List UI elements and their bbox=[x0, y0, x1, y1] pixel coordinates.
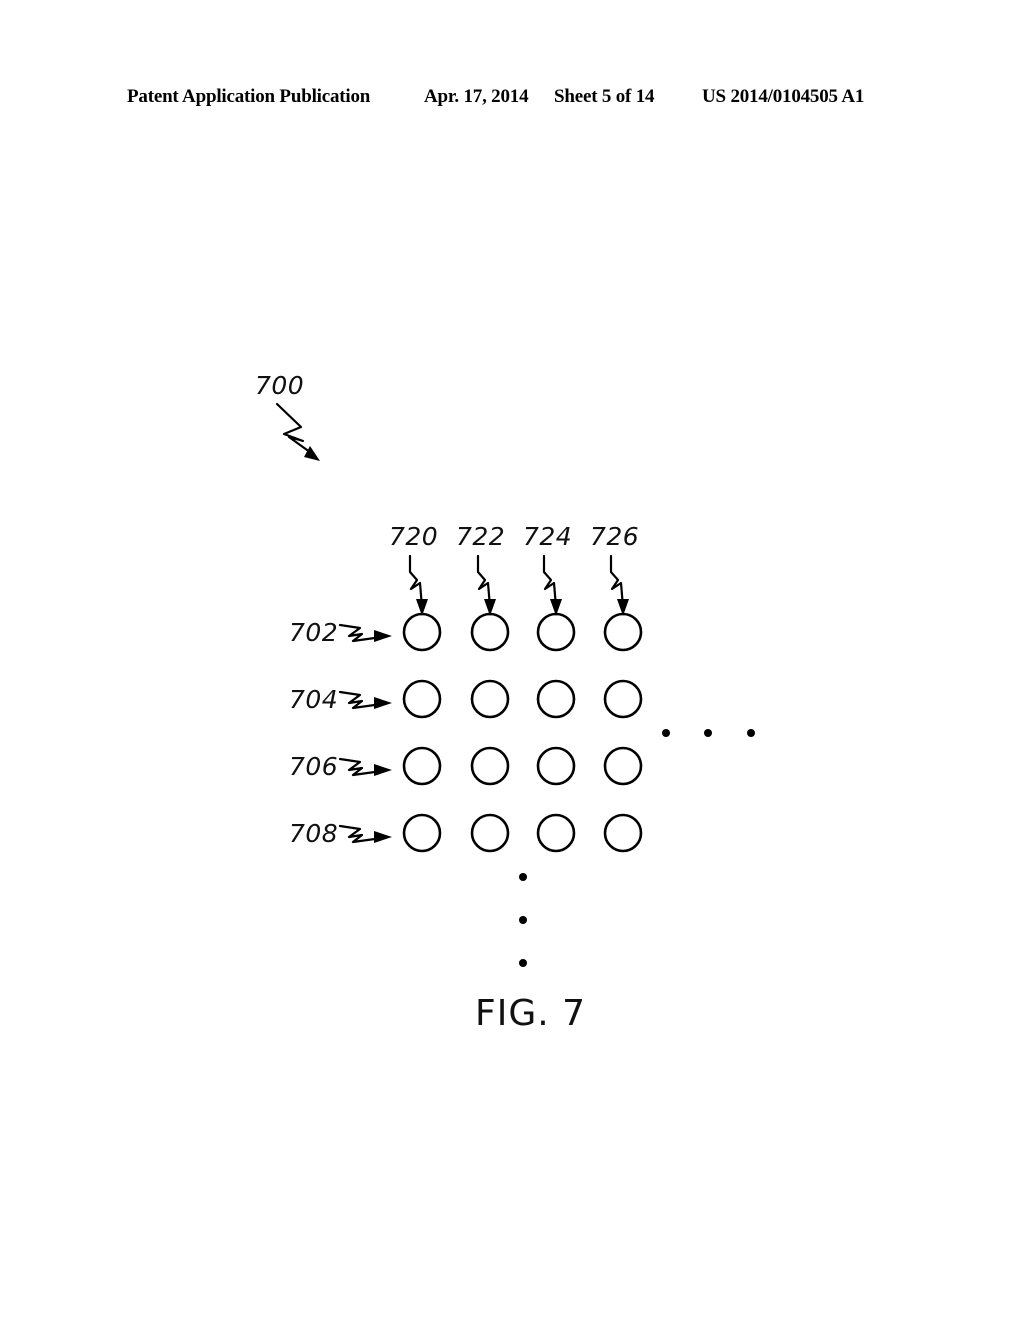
node-702-724[interactable] bbox=[536, 612, 576, 652]
ellipsis-dot bbox=[519, 959, 527, 967]
ellipsis-dot bbox=[519, 873, 527, 881]
ref-label-722: 722 bbox=[456, 522, 505, 551]
ref-label-706: 706 bbox=[289, 752, 338, 781]
arrow-head-708 bbox=[374, 831, 392, 843]
node-704-722[interactable] bbox=[470, 679, 510, 719]
ellipsis-dot bbox=[662, 729, 670, 737]
lead-line-722 bbox=[476, 554, 496, 616]
ellipsis-dot bbox=[704, 729, 712, 737]
ref-label-702: 702 bbox=[289, 618, 338, 647]
node-704-724[interactable] bbox=[536, 679, 576, 719]
arrow-head-706 bbox=[374, 764, 392, 776]
arrow-head-702 bbox=[374, 630, 392, 642]
node-706-720[interactable] bbox=[402, 746, 442, 786]
ellipsis-horizontal bbox=[662, 729, 755, 737]
ref-label-704: 704 bbox=[289, 685, 338, 714]
ref-label-700: 700 bbox=[255, 371, 304, 400]
figure-drawing-canvas: 700 720 722 724 726 702 704 706 708 FIG.… bbox=[255, 371, 755, 1034]
node-702-722[interactable] bbox=[470, 612, 510, 652]
lead-line-702 bbox=[338, 623, 392, 643]
ellipsis-dot bbox=[519, 916, 527, 924]
node-grid bbox=[402, 612, 643, 853]
patent-figure-7: 700 720 722 724 726 702 704 706 708 FIG.… bbox=[0, 0, 1024, 1320]
lead-line-704 bbox=[338, 690, 392, 710]
node-704-720[interactable] bbox=[402, 679, 442, 719]
arrow-head-704 bbox=[374, 697, 392, 709]
node-708-722[interactable] bbox=[470, 813, 510, 853]
ref-label-726: 726 bbox=[590, 522, 639, 551]
ellipsis-dot bbox=[747, 729, 755, 737]
ref-label-708: 708 bbox=[289, 819, 338, 848]
node-708-720[interactable] bbox=[402, 813, 442, 853]
lead-line-708 bbox=[338, 824, 392, 844]
node-708-726[interactable] bbox=[603, 813, 643, 853]
ellipsis-vertical bbox=[519, 873, 527, 967]
lead-line-726 bbox=[609, 554, 629, 616]
node-706-726[interactable] bbox=[603, 746, 643, 786]
node-702-726[interactable] bbox=[603, 612, 643, 652]
figure-caption: FIG. 7 bbox=[475, 993, 586, 1034]
lead-line-724 bbox=[542, 554, 562, 616]
lead-line-706 bbox=[338, 757, 392, 777]
ref-label-720: 720 bbox=[389, 522, 438, 551]
lead-line-700 bbox=[275, 402, 320, 461]
node-708-724[interactable] bbox=[536, 813, 576, 853]
node-702-720[interactable] bbox=[402, 612, 442, 652]
node-704-726[interactable] bbox=[603, 679, 643, 719]
node-706-722[interactable] bbox=[470, 746, 510, 786]
ref-label-724: 724 bbox=[523, 522, 572, 551]
node-706-724[interactable] bbox=[536, 746, 576, 786]
lead-line-720 bbox=[408, 554, 428, 616]
